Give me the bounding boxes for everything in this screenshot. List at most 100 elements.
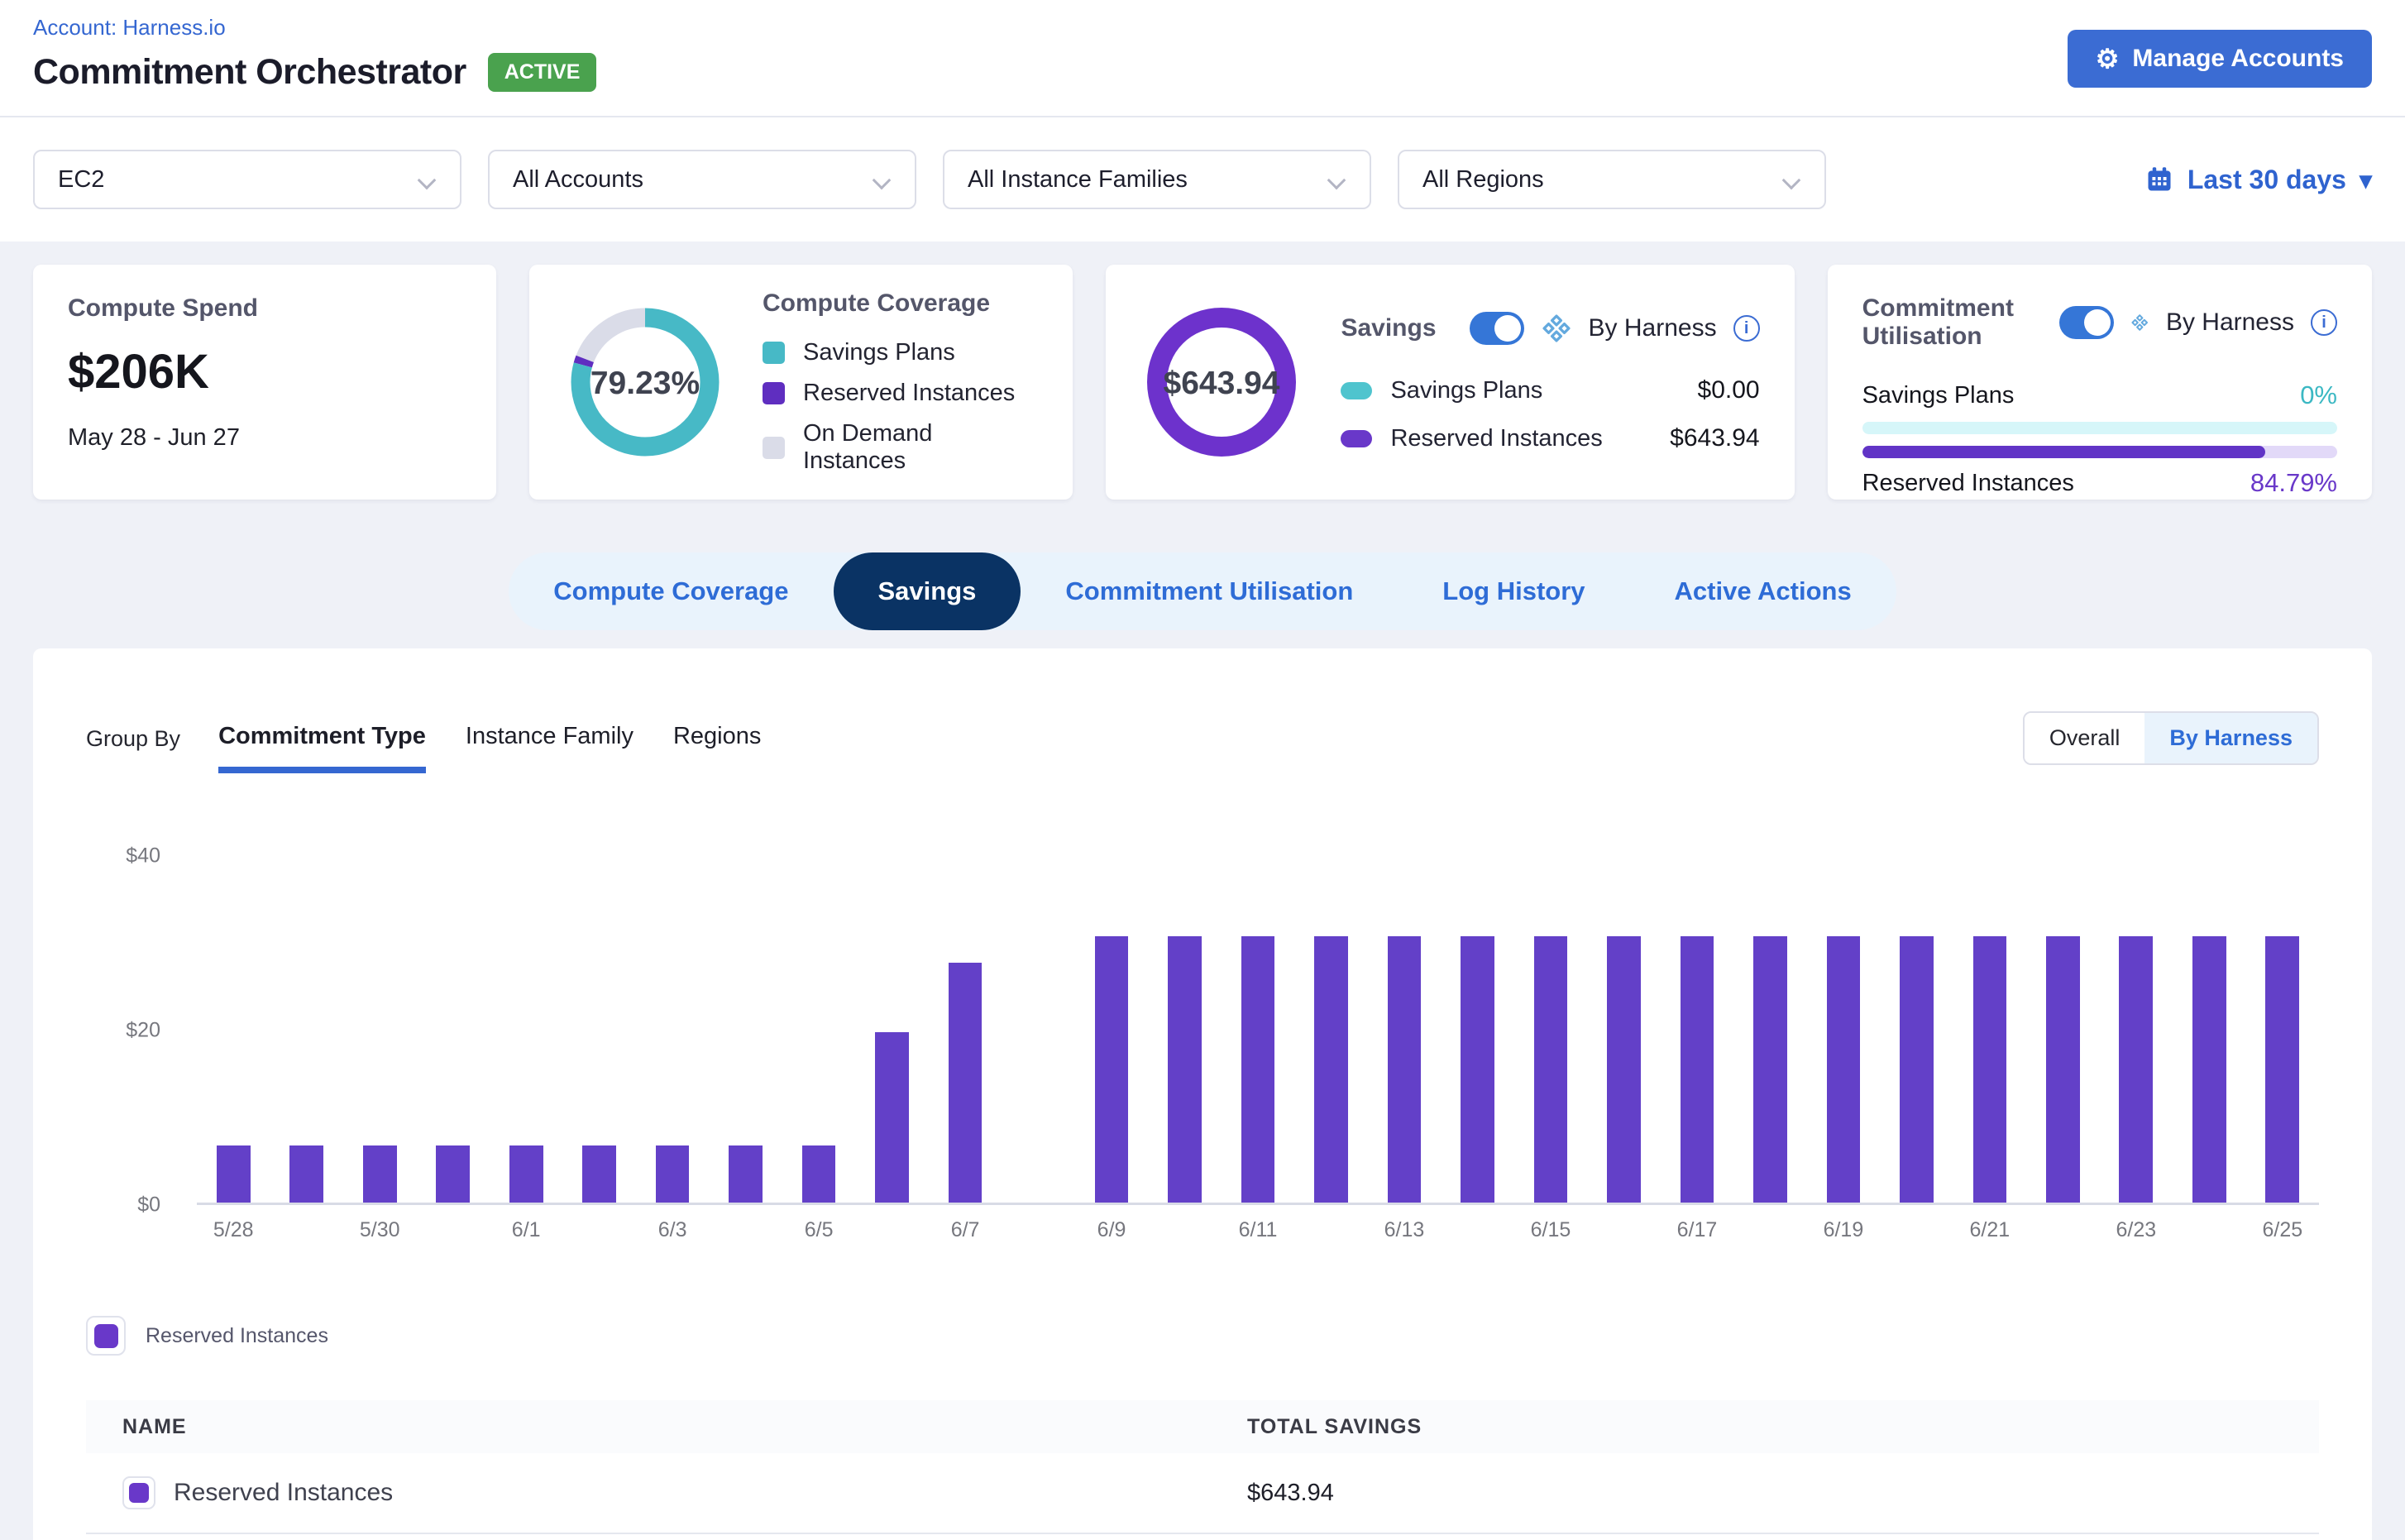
bar-6-16 [1607, 936, 1641, 1203]
top-bar: Account: Harness.io Commitment Orchestra… [0, 0, 2405, 117]
x-tick-label: 5/28 [197, 1218, 270, 1245]
bar-slot [1661, 936, 1733, 1203]
bar-5-30 [363, 1145, 397, 1203]
bar-slot [1441, 936, 1513, 1203]
bar-slot [197, 1145, 270, 1203]
bar-slot [490, 1145, 562, 1203]
table-cell-name: Reserved Instances [86, 1476, 1247, 1509]
x-tick-label [1441, 1218, 1513, 1245]
utilisation-by-harness-label: By Harness [2166, 308, 2294, 337]
bar-5-31 [436, 1145, 470, 1203]
bar-6-6 [875, 1032, 909, 1203]
table-row[interactable]: Reserved Instances$643.94 [86, 1453, 2319, 1534]
savings-table: NAME TOTAL SAVINGS Reserved Instances$64… [86, 1400, 2319, 1534]
compute-spend-period: May 28 - Jun 27 [68, 424, 461, 452]
utilisation-progress-bar [1862, 422, 2337, 434]
tab-compute-coverage[interactable]: Compute Coverage [509, 552, 833, 630]
x-tick-label [1294, 1218, 1367, 1245]
bar-5-29 [289, 1145, 323, 1203]
bar-slot [855, 1032, 928, 1203]
bar-6-21 [1973, 936, 2007, 1203]
group-by-option-instance-family[interactable]: Instance Family [466, 723, 634, 773]
filter-value-instance-families: All Instance Families [968, 166, 1188, 194]
compute-coverage-title: Compute Coverage [763, 289, 1038, 318]
account-breadcrumb-link[interactable]: Account: Harness.io [33, 15, 226, 41]
coverage-percent: 79.23% [590, 366, 700, 401]
x-tick-label: 6/25 [2246, 1218, 2319, 1245]
group-by-option-regions[interactable]: Regions [673, 723, 761, 773]
tab-log-history[interactable]: Log History [1398, 552, 1629, 630]
bar-6-24 [2192, 936, 2226, 1203]
chevron-down-icon [418, 170, 437, 189]
bar-slot [1294, 936, 1367, 1203]
coverage-legend-item-on-demand-instances: On Demand Instances [763, 420, 1038, 475]
bar-slot [270, 1145, 342, 1203]
tab-commitment-utilisation[interactable]: Commitment Utilisation [1021, 552, 1398, 630]
commitment-orchestrator-app: Account: Harness.io Commitment Orchestra… [0, 0, 2405, 1540]
bar-6-19 [1827, 936, 1861, 1203]
x-tick-label: 6/19 [1807, 1218, 1880, 1245]
x-tick-label [416, 1218, 489, 1245]
legend-reserved-instances-chip[interactable] [86, 1316, 126, 1356]
table-cell-total-savings: $643.94 [1247, 1480, 2319, 1507]
savings-row-reserved-instances: Reserved Instances$643.94 [1341, 424, 1759, 452]
utilisation-row-labels: Reserved Instances84.79% [1862, 468, 2337, 498]
bar-6-17 [1681, 936, 1714, 1203]
savings-bar-chart: $0$20$40 5/285/306/16/36/56/76/96/116/13… [86, 856, 2319, 1245]
group-by-option-commitment-type[interactable]: Commitment Type [218, 723, 426, 773]
manage-accounts-button[interactable]: Manage Accounts [2068, 30, 2372, 88]
filter-select-regions[interactable]: All Regions [1398, 150, 1826, 209]
legend-label: Reserved Instances [146, 1324, 328, 1348]
bar-slot [929, 963, 1002, 1203]
utilisation-progress-bar [1862, 446, 2337, 458]
savings-row-value: $643.94 [1670, 424, 1759, 452]
info-icon[interactable] [1733, 315, 1760, 342]
x-tick-label: 5/30 [343, 1218, 416, 1245]
x-tick-label [1002, 1218, 1074, 1245]
bar-6-22 [2046, 936, 2080, 1203]
bar-slot [1587, 936, 1660, 1203]
view-option-overall[interactable]: Overall [2025, 713, 2145, 763]
savings-title: Savings [1341, 314, 1436, 342]
bar-6-14 [1461, 936, 1494, 1203]
x-tick-label [1733, 1218, 1806, 1245]
compute-coverage-card: 79.23% Compute Coverage Savings PlansRes… [529, 265, 1073, 500]
bar-slot [2026, 936, 2099, 1203]
group-by-row: Group By Commitment TypeInstance FamilyR… [86, 711, 2319, 773]
harness-logo-icon [1541, 313, 1572, 344]
bar-slot [782, 1145, 855, 1203]
date-range-picker[interactable]: Last 30 days [2144, 165, 2372, 195]
filter-value-service: EC2 [58, 166, 104, 194]
legend-item-label: Reserved Instances [803, 380, 1015, 407]
harness-logo-icon [2130, 307, 2149, 338]
filter-select-instance-families[interactable]: All Instance Families [943, 150, 1371, 209]
x-tick-label: 6/7 [929, 1218, 1002, 1245]
utilisation-row-label: Reserved Instances [1862, 470, 2074, 497]
summary-cards: Compute Spend $206K May 28 - Jun 27 79.2… [33, 265, 2372, 500]
compute-spend-value: $206K [68, 344, 461, 399]
bar-slot [2246, 936, 2319, 1203]
bar-6-3 [656, 1145, 690, 1203]
legend-item-label: On Demand Instances [803, 420, 1038, 475]
chevron-down-icon [1783, 170, 1801, 189]
x-tick-label: 6/13 [1368, 1218, 1441, 1245]
bar-slot [1075, 936, 1148, 1203]
bar-6-15 [1534, 936, 1568, 1203]
legend-swatch [94, 1324, 118, 1348]
calendar-icon [2144, 165, 2174, 194]
commitment-utilisation-title: Commitment Utilisation [1862, 294, 2027, 351]
bar-6-4 [729, 1145, 763, 1203]
view-option-by-harness[interactable]: By Harness [2144, 713, 2317, 763]
tab-savings[interactable]: Savings [834, 552, 1021, 630]
info-icon[interactable] [2311, 309, 2337, 336]
y-tick-label: $20 [126, 1019, 160, 1043]
utilisation-by-harness-toggle[interactable] [2059, 306, 2114, 339]
compute-spend-card: Compute Spend $206K May 28 - Jun 27 [33, 265, 496, 500]
filter-select-accounts[interactable]: All Accounts [488, 150, 916, 209]
bar-slot [1733, 936, 1806, 1203]
savings-row-value: $0.00 [1698, 376, 1760, 404]
filter-select-service[interactable]: EC2 [33, 150, 461, 209]
savings-by-harness-toggle[interactable] [1470, 312, 1524, 345]
savings-panel: Group By Commitment TypeInstance FamilyR… [33, 648, 2372, 1540]
tab-active-actions[interactable]: Active Actions [1630, 552, 1896, 630]
